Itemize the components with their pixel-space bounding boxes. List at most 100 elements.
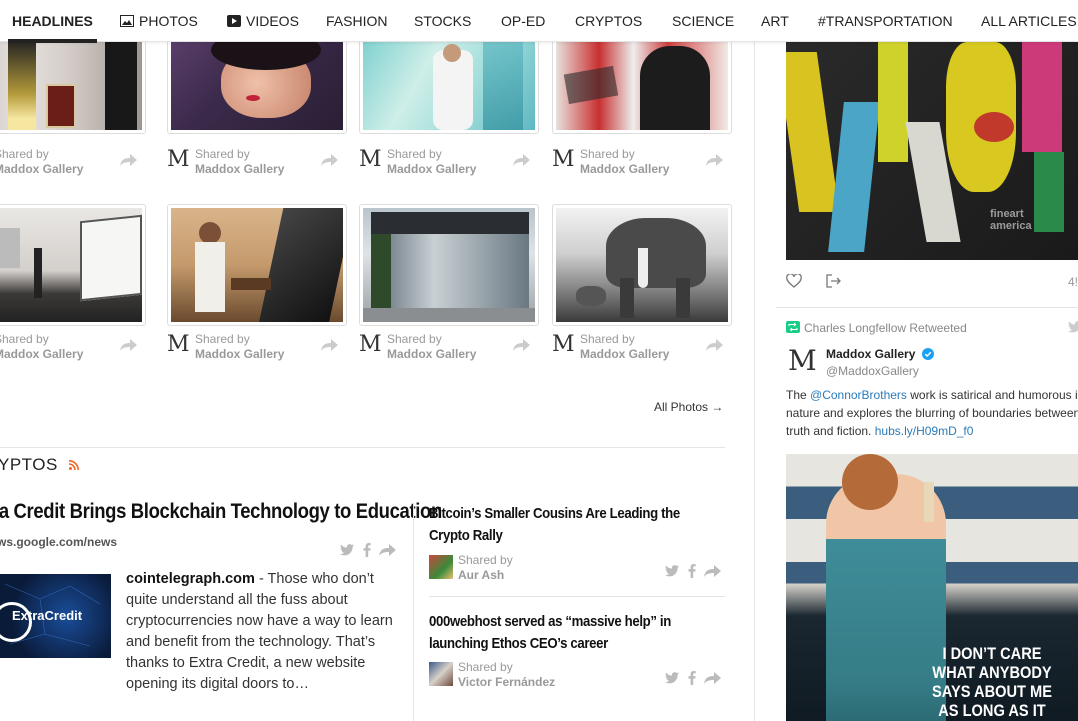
poster-line: WHAT ANYBODY [932,663,1052,682]
rss-icon[interactable] [69,460,79,470]
nav-label: STOCKS [414,13,472,29]
shared-by-name[interactable]: Maddox Gallery [580,162,669,176]
article-headline[interactable]: 000webhost served as “massive help” in l… [429,611,689,655]
avatar[interactable] [429,555,453,579]
shared-by-label: Shared by [195,147,250,161]
maddox-logo: M [552,332,575,357]
nav-all-articles[interactable]: ALL ARTICLES [981,0,1077,42]
shared-by-name[interactable]: Maddox Gallery [195,162,284,176]
article-thumbnail[interactable]: ExtraCredit [0,574,111,658]
tweet-url-link[interactable]: hubs.ly/H09mD_f0 [875,424,974,438]
tweet-text-prefix: The [786,388,811,402]
nav-label: ALL ARTICLES [981,13,1077,29]
twitter-bird-icon[interactable] [1068,321,1078,333]
shared-by-name[interactable]: Maddox Gallery [0,162,83,176]
account-name[interactable]: Maddox Gallery [826,347,934,361]
tweet-image[interactable]: fineart america [786,42,1078,260]
facebook-icon[interactable] [688,671,696,685]
facebook-icon[interactable] [688,564,696,578]
tweet-image[interactable]: I DON’T CARE WHAT ANYBODY SAYS ABOUT ME … [786,454,1078,721]
nav-label: PHOTOS [139,13,198,29]
photo-thumbnail[interactable] [167,204,347,326]
article-headline[interactable]: Bitcoin’s Smaller Cousins Are Leading th… [429,503,689,547]
shared-by-label: Shared by [580,332,635,346]
shared-by-name[interactable]: Victor Fernández [458,675,555,689]
facebook-icon[interactable] [363,543,371,557]
all-photos-link[interactable]: All Photos → [654,400,723,414]
share-icon[interactable] [706,153,724,167]
share-icon[interactable] [321,153,339,167]
excerpt-source[interactable]: cointelegraph.com [126,571,255,587]
shared-by-label: Shared by [580,147,635,161]
nav-headlines[interactable]: HEADLINES [8,0,97,43]
share-icon[interactable] [704,564,722,578]
column-divider [413,503,414,721]
shared-by-name[interactable]: Maddox Gallery [0,347,83,361]
share-out-icon[interactable] [826,274,842,288]
share-icon[interactable] [513,338,531,352]
share-icon[interactable] [321,338,339,352]
share-icon[interactable] [120,153,138,167]
twitter-icon[interactable] [665,565,679,577]
top-nav: HEADLINES PHOTOS VIDEOS FASHION STOCKS O… [0,0,1078,43]
play-icon [227,14,241,27]
article-headline[interactable]: ra Credit Brings Blockchain Technology t… [0,500,442,524]
poster-line: I DON’T CARE [942,644,1042,663]
photo-thumbnail[interactable] [167,36,347,134]
share-icon[interactable] [704,671,722,685]
nav-science[interactable]: SCIENCE [672,0,734,42]
shared-by: M Shared by Maddox Gallery [359,147,539,181]
nav-transportation[interactable]: #TRANSPORTATION [818,0,953,42]
shared-by-name[interactable]: Maddox Gallery [387,347,476,361]
tweet-text: The @ConnorBrothers work is satirical an… [786,386,1078,440]
retweet-icon [786,321,800,333]
shared-by-name[interactable]: Maddox Gallery [387,162,476,176]
photo-thumbnail[interactable] [552,204,732,326]
photo-thumbnail[interactable] [359,204,539,326]
twitter-widget: fineart america 4! Charles Longfellow Re… [776,42,1078,721]
nav-op-ed[interactable]: OP-ED [501,0,545,42]
nav-label: #TRANSPORTATION [818,13,953,29]
shared-by: M Shared by Maddox Gallery [552,332,732,366]
article-source[interactable]: ws.google.com/news [0,535,117,549]
nav-stocks[interactable]: STOCKS [414,0,471,42]
shared-by-name[interactable]: Aur Ash [458,568,504,582]
photo-thumbnail[interactable] [552,36,732,134]
account-avatar[interactable]: M [788,344,817,377]
shared-by-name[interactable]: Maddox Gallery [195,347,284,361]
heart-icon[interactable] [786,274,802,288]
twitter-icon[interactable] [665,672,679,684]
maddox-logo: M [359,147,382,172]
maddox-logo: M [167,147,190,172]
photo-thumbnail[interactable] [359,36,539,134]
photo-thumbnail[interactable] [0,204,146,326]
nav-cryptos[interactable]: CRYPTOS [575,0,642,42]
retweet-label[interactable]: Charles Longfellow Retweeted [804,321,967,335]
shared-by-name[interactable]: Maddox Gallery [580,347,669,361]
nav-art[interactable]: ART [761,0,789,42]
nav-photos[interactable]: PHOTOS [120,0,198,42]
twitter-icon[interactable] [340,544,354,556]
photo-thumbnail[interactable] [0,36,146,134]
nav-label: HEADLINES [12,13,93,29]
shared-by-label: Shared by [458,553,513,567]
nav-videos[interactable]: VIDEOS [227,0,299,42]
shared-by: M Shared by Maddox Gallery [167,332,347,366]
account-handle[interactable]: @MaddoxGallery [826,364,919,378]
poster-text: I DON’T CARE WHAT ANYBODY SAYS ABOUT ME … [918,644,1066,720]
share-icon[interactable] [120,338,138,352]
shared-by: M Shared by Maddox Gallery [359,332,539,366]
section-title[interactable]: YPTOS [0,455,58,475]
article-excerpt: cointelegraph.com - Those who don’t quit… [126,569,398,695]
shared-by-label: Shared by [195,332,250,346]
sidebar-divider [754,42,755,721]
shared-by: M Shared by Maddox Gallery [167,147,347,181]
avatar[interactable] [429,662,453,686]
excerpt-text: - Those who don’t quite understand all t… [126,571,393,692]
share-icon[interactable] [706,338,724,352]
share-icon[interactable] [379,543,397,557]
nav-fashion[interactable]: FASHION [326,0,387,42]
shared-by-label: Shared by [0,332,49,346]
tweet-mention-link[interactable]: @ConnorBrothers [810,388,907,402]
share-icon[interactable] [513,153,531,167]
